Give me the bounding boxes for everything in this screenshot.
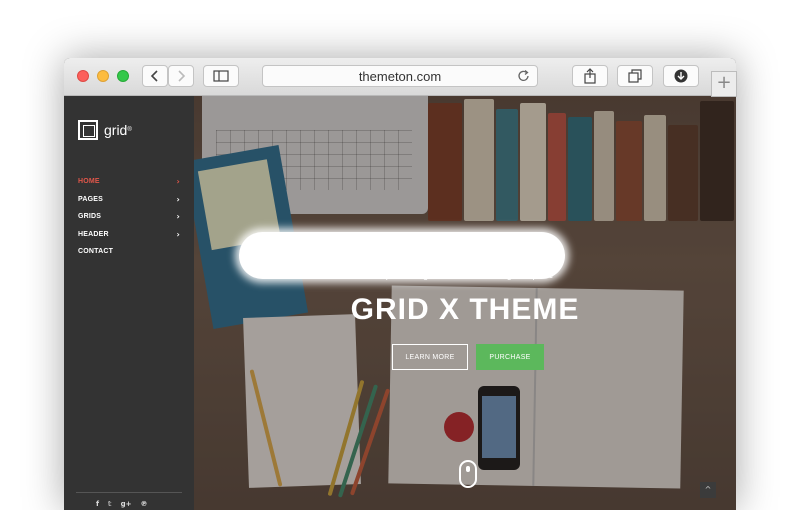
sidebar-toggle-button[interactable]: [203, 65, 239, 87]
social-links: f 𝕥 g+ ℗: [96, 500, 148, 508]
logo-registered-mark: ®: [127, 127, 132, 133]
browser-window: themeton.com grid ® HOME › PAGES › GRIDS…: [64, 58, 736, 510]
download-icon: [674, 69, 688, 83]
new-tab-button[interactable]: +: [711, 71, 737, 97]
downloads-button[interactable]: [663, 65, 699, 87]
tabs-overview-icon: [628, 69, 642, 83]
address-bar[interactable]: themeton.com: [262, 65, 538, 87]
close-window-button[interactable]: [77, 70, 89, 82]
site-sidebar: grid ® HOME › PAGES › GRIDS › HEADER › C…: [64, 96, 194, 510]
grid-logo-icon: [78, 120, 98, 140]
scroll-down-icon[interactable]: [459, 460, 477, 488]
learn-more-button[interactable]: LEARN MORE: [392, 344, 468, 370]
back-button[interactable]: [142, 65, 168, 87]
forward-button[interactable]: [168, 65, 194, 87]
nav-item-label: HEADER: [78, 230, 109, 238]
chevron-left-icon: [150, 70, 158, 82]
zoom-window-button[interactable]: [117, 70, 129, 82]
nav-item-home[interactable]: HOME ›: [78, 173, 180, 191]
browser-toolbar: themeton.com: [64, 58, 736, 96]
nav-item-label: CONTACT: [78, 248, 114, 256]
pinterest-icon[interactable]: ℗: [141, 500, 148, 508]
nav-item-label: HOME: [78, 178, 100, 186]
logo-text: grid: [104, 122, 128, 138]
hero-section: Square Magazine Portfolio Blog Template …: [194, 96, 736, 510]
chevron-right-icon: ›: [176, 229, 180, 239]
nav-item-label: GRIDS: [78, 213, 102, 221]
nav-item-label: PAGES: [78, 195, 103, 203]
chevron-right-icon: ›: [176, 212, 180, 222]
nav-item-pages[interactable]: PAGES ›: [78, 191, 180, 209]
url-text: themeton.com: [358, 68, 442, 84]
chevron-right-icon: [178, 70, 186, 82]
tabs-overview-button[interactable]: [617, 65, 653, 87]
main-nav: HOME › PAGES › GRIDS › HEADER › CONTACT: [78, 173, 180, 261]
redaction-bar: [239, 232, 565, 279]
facebook-icon[interactable]: f: [96, 500, 99, 508]
twitter-icon[interactable]: 𝕥: [108, 500, 112, 508]
hero-title: GRID X THEME: [350, 293, 580, 326]
share-icon: [584, 68, 596, 84]
nav-item-contact[interactable]: CONTACT: [78, 243, 180, 261]
chevron-right-icon: ›: [176, 194, 180, 204]
back-to-top-button[interactable]: ^: [700, 482, 716, 498]
chevron-right-icon: ›: [176, 177, 180, 187]
site-logo[interactable]: grid ®: [78, 120, 132, 140]
sidebar-divider: [76, 492, 182, 493]
purchase-button[interactable]: PURCHASE: [476, 344, 544, 370]
minimize-window-button[interactable]: [97, 70, 109, 82]
nav-item-grids[interactable]: GRIDS ›: [78, 208, 180, 226]
share-button[interactable]: [572, 65, 608, 87]
nav-item-header[interactable]: HEADER ›: [78, 226, 180, 244]
google-plus-icon[interactable]: g+: [121, 500, 132, 508]
sidebar-icon: [213, 70, 229, 82]
reload-icon[interactable]: [517, 69, 531, 83]
